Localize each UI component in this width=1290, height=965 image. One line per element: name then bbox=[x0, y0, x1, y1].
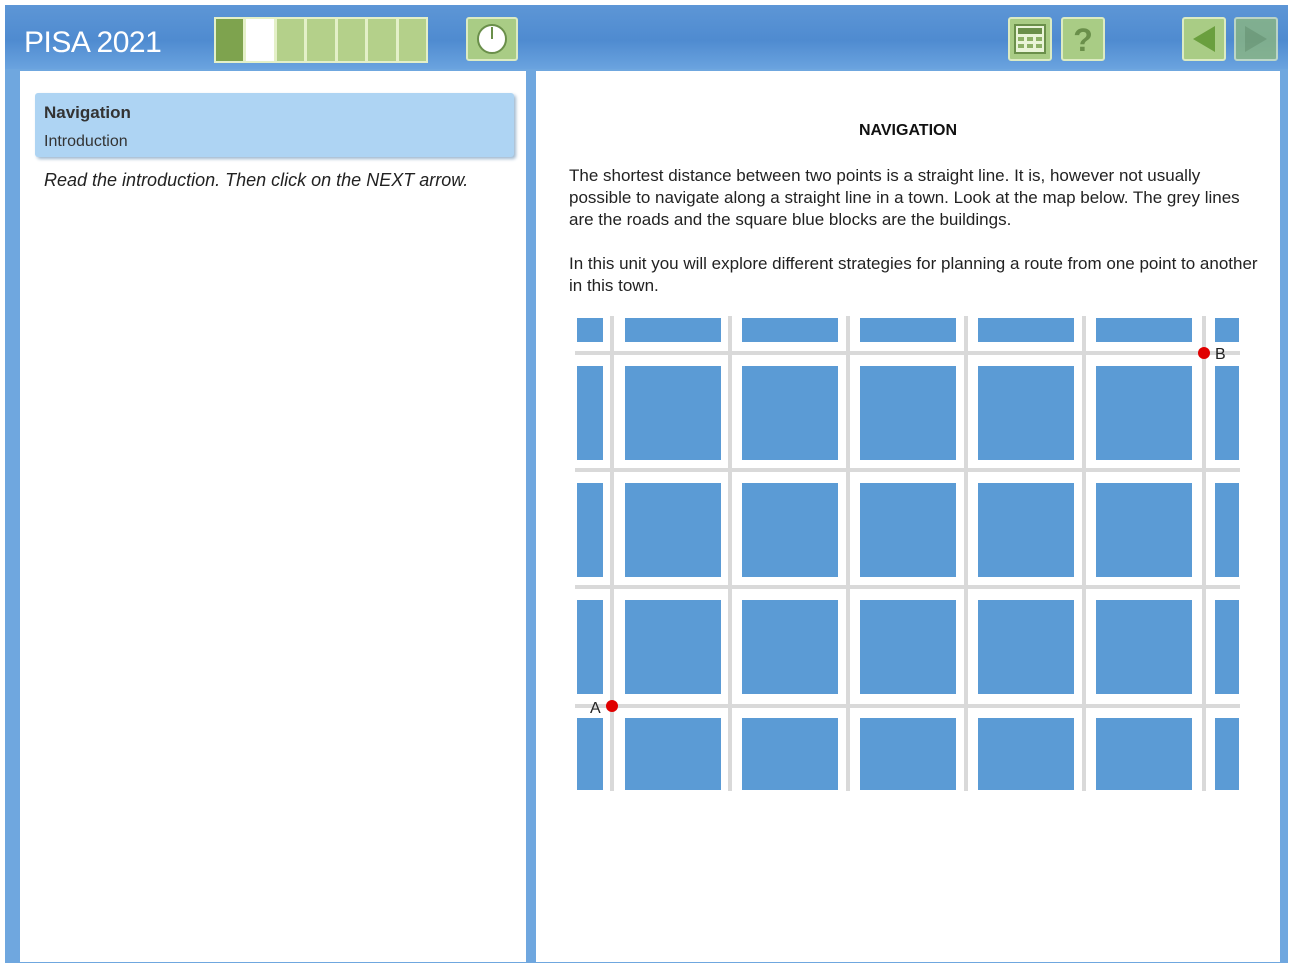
app-title: PISA 2021 bbox=[24, 26, 162, 59]
building-block bbox=[860, 318, 956, 342]
building-block bbox=[1096, 483, 1192, 577]
svg-text:?: ? bbox=[1073, 22, 1093, 56]
building-block bbox=[625, 318, 721, 342]
progress-segment bbox=[368, 19, 396, 61]
intro-paragraph-2: In this unit you will explore different … bbox=[569, 254, 1258, 295]
building-block bbox=[1215, 366, 1239, 460]
building-block bbox=[625, 718, 721, 790]
point-b-marker bbox=[1198, 347, 1210, 359]
unit-title: Navigation bbox=[44, 103, 131, 122]
building-block bbox=[1096, 600, 1192, 694]
unit-header: Navigation Introduction bbox=[35, 93, 514, 157]
building-block bbox=[577, 600, 603, 694]
point-a-label: A bbox=[590, 700, 601, 717]
back-button[interactable] bbox=[1182, 17, 1226, 61]
clock-icon bbox=[477, 24, 507, 54]
progress-bar bbox=[214, 17, 428, 63]
building-block bbox=[1215, 600, 1239, 694]
building-block bbox=[978, 366, 1074, 460]
building-block bbox=[742, 718, 838, 790]
help-icon: ? bbox=[1073, 22, 1093, 56]
building-block bbox=[1096, 318, 1192, 342]
building-block bbox=[978, 483, 1074, 577]
calculator-button[interactable] bbox=[1008, 17, 1052, 61]
building-block bbox=[1215, 483, 1239, 577]
building-block bbox=[860, 718, 956, 790]
instruction-text: Read the introduction. Then click on the… bbox=[44, 170, 469, 190]
building-block bbox=[860, 366, 956, 460]
building-block bbox=[1096, 718, 1192, 790]
building-block bbox=[577, 483, 603, 577]
back-arrow-icon bbox=[1193, 26, 1215, 52]
intro-paragraph-1: The shortest distance between two points… bbox=[569, 166, 1240, 229]
town-map: B A bbox=[575, 316, 1245, 791]
calculator-icon bbox=[1014, 24, 1046, 54]
progress-segment bbox=[216, 19, 244, 61]
building-block bbox=[860, 600, 956, 694]
building-block bbox=[577, 318, 603, 342]
progress-segment bbox=[276, 19, 305, 61]
building-block bbox=[742, 318, 838, 342]
building-block bbox=[577, 718, 603, 790]
section-title: Introduction bbox=[44, 133, 128, 150]
building-block bbox=[1215, 718, 1239, 790]
help-button[interactable]: ? bbox=[1061, 17, 1105, 61]
progress-segment bbox=[307, 19, 335, 61]
question-title: NAVIGATION bbox=[858, 122, 958, 139]
building-block bbox=[742, 366, 838, 460]
building-block bbox=[1215, 318, 1239, 342]
building-block bbox=[625, 366, 721, 460]
progress-segment bbox=[398, 19, 426, 61]
building-block bbox=[860, 483, 956, 577]
building-block bbox=[625, 600, 721, 694]
building-block bbox=[577, 366, 603, 460]
timer-button[interactable] bbox=[466, 17, 518, 61]
building-block bbox=[1096, 366, 1192, 460]
point-b-label: B bbox=[1215, 346, 1226, 363]
left-panel: Navigation Introduction Read the introdu… bbox=[20, 71, 526, 962]
next-arrow-icon bbox=[1245, 26, 1267, 52]
progress-segment-current bbox=[246, 19, 274, 61]
next-button[interactable] bbox=[1234, 17, 1278, 61]
building-block bbox=[978, 318, 1074, 342]
building-block bbox=[742, 600, 838, 694]
building-block bbox=[742, 483, 838, 577]
progress-segment bbox=[337, 19, 366, 61]
building-block bbox=[978, 600, 1074, 694]
point-a-marker bbox=[606, 700, 618, 712]
building-block bbox=[625, 483, 721, 577]
building-block bbox=[978, 718, 1074, 790]
